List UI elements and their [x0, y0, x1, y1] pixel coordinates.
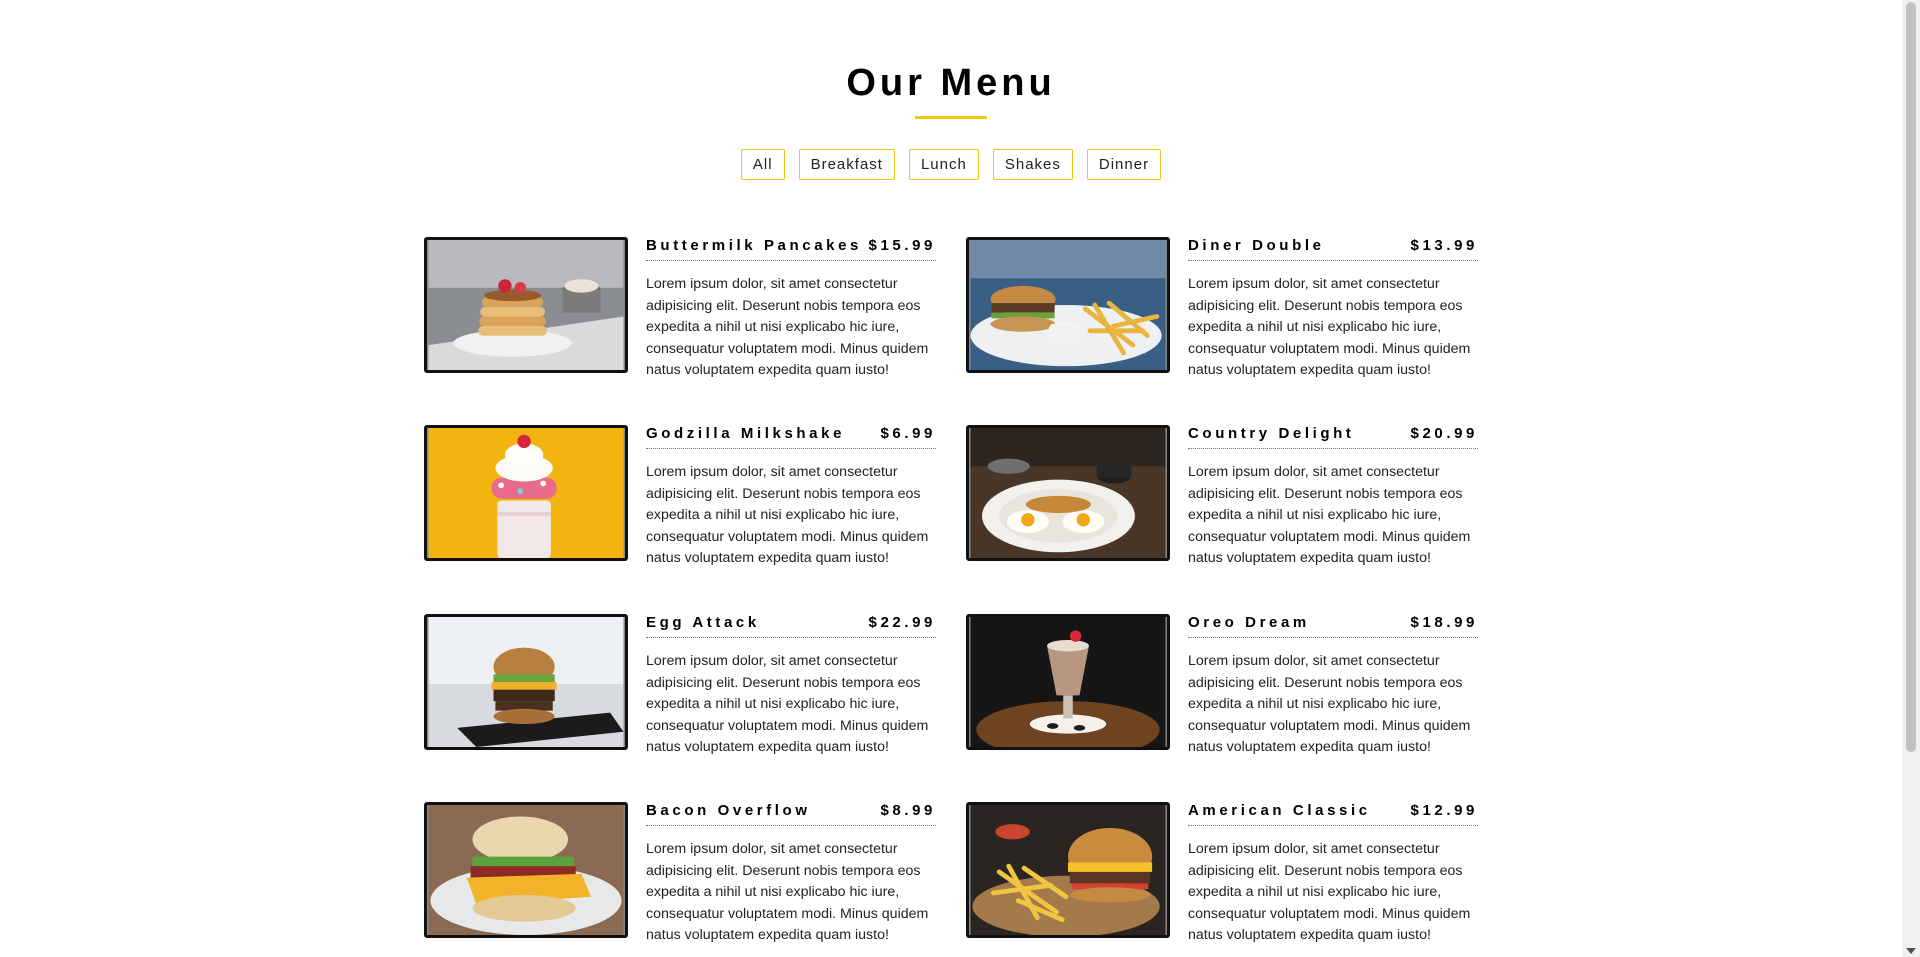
- burger-fries-photo: [970, 240, 1166, 370]
- menu-item-header: Oreo Dream $18.99: [1188, 614, 1478, 638]
- menu-item-photo: [424, 425, 628, 561]
- page-title: Our Menu: [846, 62, 1056, 104]
- menu-item-description: Lorem ipsum dolor, sit amet consectetur …: [1188, 464, 1471, 566]
- menu-item-name: Country Delight: [1188, 425, 1355, 442]
- menu-item-info: Diner Double $13.99 Lorem ipsum dolor, s…: [1188, 237, 1478, 382]
- menu-item-header: American Classic $12.99: [1188, 802, 1478, 826]
- bacon-biscuit-photo: [428, 805, 624, 935]
- menu-item: Bacon Overflow $8.99 Lorem ipsum dolor, …: [424, 802, 936, 943]
- menu-item-info: Godzilla Milkshake $6.99 Lorem ipsum dol…: [646, 425, 936, 570]
- menu-page: Our Menu All Breakfast Lunch Shakes Dinn…: [0, 0, 1902, 957]
- menu-item: American Classic $12.99 Lorem ipsum dolo…: [966, 802, 1478, 943]
- menu-item-price: $8.99: [880, 802, 936, 819]
- menu-item-name: Diner Double: [1188, 237, 1325, 254]
- menu-item: Egg Attack $22.99 Lorem ipsum dolor, sit…: [424, 614, 936, 755]
- menu-item-name: Bacon Overflow: [646, 802, 811, 819]
- menu-item-info: Bacon Overflow $8.99 Lorem ipsum dolor, …: [646, 802, 936, 947]
- vertical-scrollbar[interactable]: [1902, 0, 1920, 957]
- pancakes-photo: [428, 240, 624, 370]
- menu-item-description: Lorem ipsum dolor, sit amet consectetur …: [1188, 841, 1471, 943]
- menu-item-description: Lorem ipsum dolor, sit amet consectetur …: [1188, 276, 1471, 378]
- filter-bar: All Breakfast Lunch Shakes Dinner: [0, 149, 1902, 180]
- oreo-shake-photo: [970, 617, 1166, 747]
- menu-item-info: Country Delight $20.99 Lorem ipsum dolor…: [1188, 425, 1478, 570]
- menu-item-header: Diner Double $13.99: [1188, 237, 1478, 261]
- menu-item-photo: [424, 802, 628, 938]
- filter-button-all[interactable]: All: [740, 149, 785, 180]
- menu-item-description: Lorem ipsum dolor, sit amet consectetur …: [646, 841, 929, 943]
- chevron-down-icon[interactable]: [1906, 948, 1916, 954]
- menu-item-header: Bacon Overflow $8.99: [646, 802, 936, 826]
- menu-item-header: Country Delight $20.99: [1188, 425, 1478, 449]
- menu-item-info: Oreo Dream $18.99 Lorem ipsum dolor, sit…: [1188, 614, 1478, 759]
- menu-item-price: $13.99: [1410, 237, 1478, 254]
- filter-button-lunch[interactable]: Lunch: [908, 149, 979, 180]
- menu-item-header: Buttermilk Pancakes $15.99: [646, 237, 936, 261]
- menu-item-description: Lorem ipsum dolor, sit amet consectetur …: [646, 276, 929, 378]
- menu-item-name: American Classic: [1188, 802, 1371, 819]
- menu-item-photo: [966, 425, 1170, 561]
- menu-item-photo: [966, 802, 1170, 938]
- menu-item-description: Lorem ipsum dolor, sit amet consectetur …: [646, 464, 929, 566]
- menu-item-info: American Classic $12.99 Lorem ipsum dolo…: [1188, 802, 1478, 947]
- filter-button-dinner[interactable]: Dinner: [1086, 149, 1162, 180]
- menu-item: Country Delight $20.99 Lorem ipsum dolor…: [966, 425, 1478, 566]
- egg-burger-photo: [428, 617, 624, 747]
- menu-item-price: $22.99: [868, 614, 936, 631]
- menu-item-name: Oreo Dream: [1188, 614, 1310, 631]
- menu-item-description: Lorem ipsum dolor, sit amet consectetur …: [646, 653, 929, 755]
- menu-item-name: Egg Attack: [646, 614, 760, 631]
- menu-item: Buttermilk Pancakes $15.99 Lorem ipsum d…: [424, 237, 936, 378]
- filter-button-shakes[interactable]: Shakes: [992, 149, 1073, 180]
- menu-item-photo: [424, 614, 628, 750]
- menu-item-price: $12.99: [1410, 802, 1478, 819]
- eggs-breakfast-photo: [970, 428, 1166, 558]
- menu-item-header: Egg Attack $22.99: [646, 614, 936, 638]
- title-underline: [915, 116, 987, 119]
- menu-item-photo: [966, 237, 1170, 373]
- menu-item-price: $15.99: [868, 237, 936, 254]
- menu-item-name: Buttermilk Pancakes: [646, 237, 862, 254]
- scrollbar-thumb[interactable]: [1906, 2, 1916, 752]
- menu-item-photo: [966, 614, 1170, 750]
- menu-item-price: $18.99: [1410, 614, 1478, 631]
- milkshake-photo: [428, 428, 624, 558]
- menu-item: Diner Double $13.99 Lorem ipsum dolor, s…: [966, 237, 1478, 378]
- menu-item-header: Godzilla Milkshake $6.99: [646, 425, 936, 449]
- menu-item-info: Buttermilk Pancakes $15.99 Lorem ipsum d…: [646, 237, 936, 382]
- menu-item-price: $20.99: [1410, 425, 1478, 442]
- menu-item-name: Godzilla Milkshake: [646, 425, 846, 442]
- menu-item-description: Lorem ipsum dolor, sit amet consectetur …: [1188, 653, 1471, 755]
- menu-item: Godzilla Milkshake $6.99 Lorem ipsum dol…: [424, 425, 936, 566]
- menu-item-photo: [424, 237, 628, 373]
- menu-item-price: $6.99: [880, 425, 936, 442]
- menu-item: Oreo Dream $18.99 Lorem ipsum dolor, sit…: [966, 614, 1478, 755]
- filter-button-breakfast[interactable]: Breakfast: [798, 149, 895, 180]
- menu-item-info: Egg Attack $22.99 Lorem ipsum dolor, sit…: [646, 614, 936, 759]
- classic-burger-photo: [970, 805, 1166, 935]
